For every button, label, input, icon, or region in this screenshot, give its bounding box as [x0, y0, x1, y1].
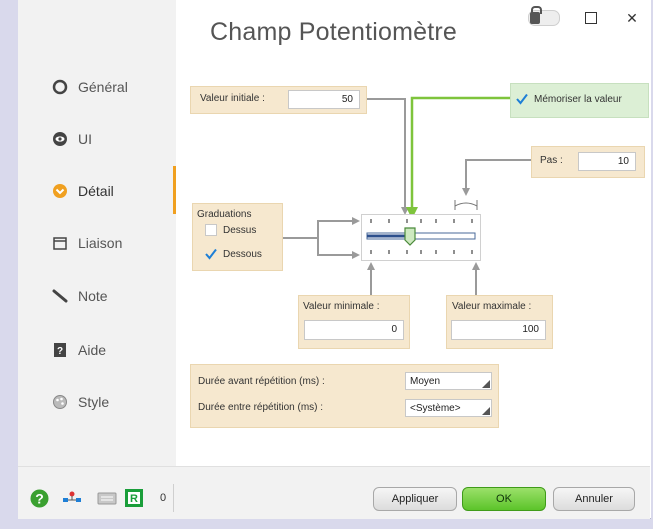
above-label: Dessus	[223, 224, 257, 236]
ok-button[interactable]: OK	[462, 487, 546, 511]
cancel-button[interactable]: Annuler	[553, 487, 635, 511]
keyboard-icon[interactable]	[97, 489, 117, 508]
slider-preview	[361, 214, 481, 261]
remember-value-label: Mémoriser la valeur	[534, 93, 622, 105]
slider-graphic	[366, 219, 476, 254]
report-icon[interactable]: R	[124, 488, 144, 508]
max-value-input[interactable]: 100	[451, 320, 546, 340]
min-value-input[interactable]: 0	[304, 320, 404, 340]
step-label: Pas :	[540, 155, 563, 166]
empty-checkbox-icon	[205, 224, 217, 236]
connector-lines	[281, 96, 531, 295]
divider	[173, 484, 174, 512]
repeat-delay-value: Moyen	[410, 376, 441, 387]
tree-icon[interactable]	[60, 489, 84, 508]
repeat-interval-label: Durée entre répétition (ms) :	[198, 402, 324, 413]
apply-button[interactable]: Appliquer	[373, 487, 457, 511]
checkmark-icon	[516, 93, 528, 105]
dropdown-arrow-icon	[482, 380, 490, 388]
max-value-label: Valeur maximale :	[452, 301, 532, 312]
dropdown-arrow-icon	[482, 407, 490, 415]
initial-value-input[interactable]: 50	[288, 90, 360, 109]
repeat-interval-select[interactable]: <Système>	[405, 399, 492, 417]
svg-text:?: ?	[35, 491, 44, 507]
help-icon[interactable]: ?	[30, 489, 49, 508]
remember-value-checkbox[interactable]: Mémoriser la valeur	[516, 93, 622, 105]
above-checkbox[interactable]: Dessus	[205, 224, 256, 236]
counter: 0	[160, 492, 167, 504]
below-checkbox[interactable]: Dessous	[205, 248, 262, 260]
initial-value-label: Valeur initiale :	[200, 93, 265, 104]
below-label: Dessous	[223, 248, 262, 260]
min-value-label: Valeur minimale :	[303, 301, 380, 312]
repeat-delay-select[interactable]: Moyen	[405, 372, 492, 390]
repeat-interval-value: <Système>	[410, 403, 461, 414]
graduations-label: Graduations	[197, 209, 252, 220]
step-input[interactable]: 10	[578, 152, 636, 171]
checkmark-icon	[205, 248, 217, 260]
repeat-delay-label: Durée avant répétition (ms) :	[198, 376, 325, 387]
svg-text:R: R	[130, 493, 138, 505]
